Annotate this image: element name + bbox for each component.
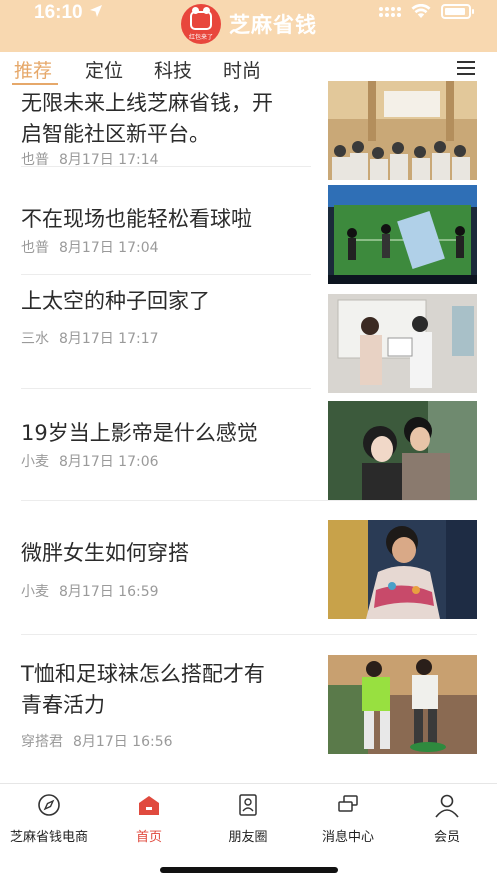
- article-date: 8月17日 17:04: [59, 240, 159, 256]
- tab-tech[interactable]: 科技: [154, 56, 192, 83]
- tab-fashion[interactable]: 时尚: [223, 56, 261, 83]
- article-author: 小麦: [21, 454, 49, 470]
- article-item[interactable]: 不在现场也能轻松看球啦 也普 8月17日 17:04: [0, 185, 497, 284]
- conference-photo: [328, 81, 477, 180]
- brand-name: 芝麻省钱: [229, 13, 317, 37]
- brand-logo-text: 红包来了: [188, 34, 213, 41]
- nav-label: 芝麻省钱电商: [9, 830, 88, 845]
- contacts-icon: [239, 794, 257, 816]
- nav-member[interactable]: 会员: [397, 792, 497, 845]
- article-title: 无限未来上线芝麻省钱，开 启智能社区新平台。: [21, 91, 273, 146]
- app-header: 16:10 红包来了 芝麻省钱: [0, 0, 497, 52]
- home-indicator: [160, 867, 338, 873]
- article-title: 19岁当上影帝是什么感觉: [21, 421, 258, 445]
- article-author: 也普: [21, 240, 49, 256]
- nav-friends[interactable]: 朋友圈: [198, 792, 298, 845]
- status-time: 16:10: [34, 2, 83, 23]
- article-divider: [21, 274, 311, 275]
- street-fashion-photo: [328, 655, 477, 754]
- article-meta: 三水 8月17日 17:17: [21, 328, 159, 348]
- soccer-vr-photo: [328, 185, 477, 284]
- article-divider: [21, 634, 477, 635]
- article-title: 不在现场也能轻松看球啦: [21, 207, 252, 231]
- article-author: 三水: [21, 331, 49, 347]
- tab-recommend[interactable]: 推荐: [14, 56, 52, 83]
- battery-icon: [441, 4, 474, 19]
- article-date: 8月17日 16:59: [59, 584, 159, 600]
- article-meta: 也普 8月17日 17:04: [21, 237, 159, 257]
- article-divider: [21, 166, 311, 167]
- article-divider: [21, 388, 311, 389]
- message-icon: [338, 795, 358, 812]
- wifi-icon: [411, 4, 431, 18]
- menu-icon[interactable]: [457, 61, 475, 76]
- article-date: 8月17日 16:56: [73, 734, 173, 750]
- article-divider: [21, 500, 477, 501]
- article-title: 上太空的种子回家了: [21, 289, 210, 313]
- brand: 红包来了 芝麻省钱: [181, 4, 317, 44]
- couple-photo: [328, 401, 477, 500]
- article-item[interactable]: 微胖女生如何穿搭 小麦 8月17日 16:59: [0, 520, 497, 628]
- tab-location[interactable]: 定位: [85, 56, 123, 83]
- article-meta: 小麦 8月17日 16:59: [21, 581, 159, 601]
- article-item[interactable]: 上太空的种子回家了 三水 8月17日 17:17: [0, 286, 497, 393]
- status-indicators: [379, 4, 474, 19]
- article-author: 小麦: [21, 584, 49, 600]
- active-tab-underline: [12, 83, 58, 85]
- article-author: 穿搭君: [21, 734, 63, 750]
- brand-logo: 红包来了: [181, 4, 221, 44]
- location-arrow-icon: [90, 5, 102, 17]
- article-item[interactable]: T恤和足球袜怎么搭配才有 青春活力 穿搭君 8月17日 16:56: [0, 655, 497, 759]
- article-meta: 穿搭君 8月17日 16:56: [21, 731, 173, 751]
- nav-messages[interactable]: 消息中心: [298, 792, 398, 845]
- home-icon: [139, 796, 159, 815]
- article-meta: 小麦 8月17日 17:06: [21, 451, 159, 471]
- article-date: 8月17日 17:17: [59, 331, 159, 347]
- nav-label: 会员: [433, 830, 460, 845]
- award-ceremony-photo: [328, 294, 477, 393]
- compass-icon: [38, 794, 60, 816]
- user-icon: [435, 794, 459, 818]
- nav-label: 消息中心: [321, 830, 374, 845]
- nav-home[interactable]: 首页: [99, 792, 199, 845]
- article-item[interactable]: 19岁当上影帝是什么感觉 小麦 8月17日 17:06: [0, 401, 497, 500]
- woman-dress-photo: [328, 520, 477, 619]
- article-date: 8月17日 17:06: [59, 454, 159, 470]
- nav-ecommerce[interactable]: 芝麻省钱电商: [0, 792, 99, 845]
- article-item[interactable]: 无限未来上线芝麻省钱，开 启智能社区新平台。 也普 8月17日 17:14: [0, 81, 497, 180]
- nav-label: 首页: [135, 830, 162, 845]
- nav-label: 朋友圈: [228, 830, 268, 845]
- signal-icon: [379, 6, 401, 17]
- article-title: 微胖女生如何穿搭: [21, 541, 189, 565]
- article-title: T恤和足球袜怎么搭配才有 青春活力: [21, 662, 265, 717]
